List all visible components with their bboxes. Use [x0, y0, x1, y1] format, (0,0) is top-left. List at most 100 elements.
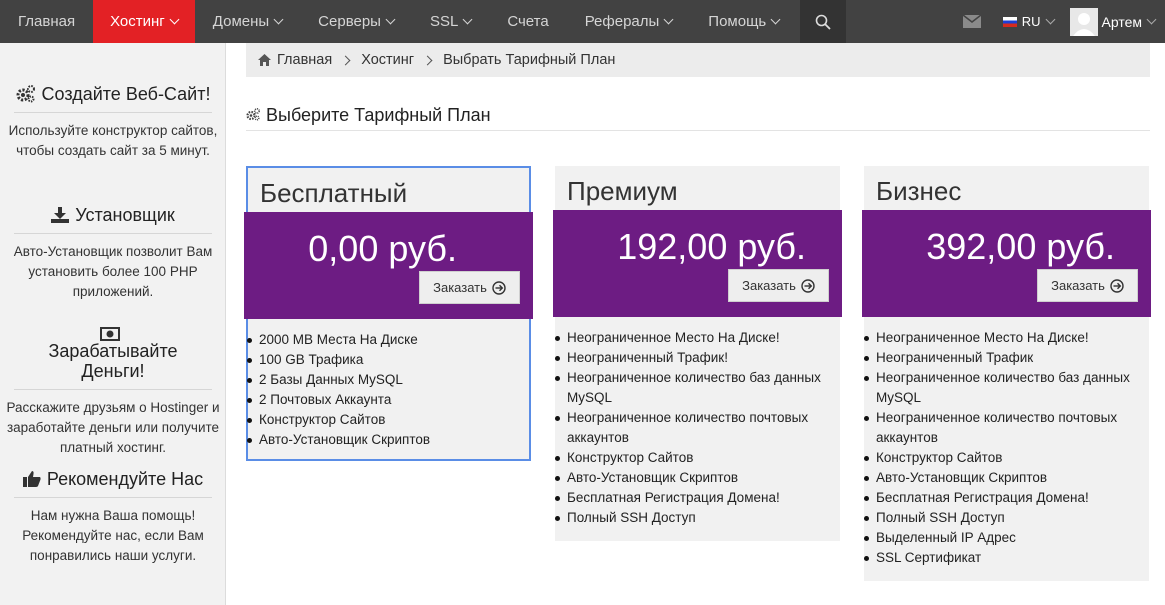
chevron-right-icon — [340, 55, 351, 65]
plan-features-list: Неограниченное Место На Диске! Неогранич… — [864, 328, 1144, 568]
search-icon — [815, 14, 831, 30]
list-item: Неограниченное количество баз данных MyS… — [864, 368, 1144, 408]
nav-item-referrals[interactable]: Рефералы — [567, 0, 691, 43]
plan-price: 0,00 руб. — [308, 228, 457, 269]
divider — [14, 112, 212, 113]
order-button-label: Заказать — [742, 278, 796, 293]
nav-item-label: Счета — [507, 13, 549, 30]
user-menu[interactable]: Артем — [1069, 7, 1157, 36]
gears-icon — [16, 85, 35, 103]
list-item: Неограниченный Трафик! — [555, 348, 835, 368]
sidebar-block-title-text: Рекомендуйте Нас — [46, 469, 204, 489]
nav-item-invoices[interactable]: Счета — [489, 0, 566, 43]
top-navbar: Главная Хостинг Домены Серверы SSL Счета… — [0, 0, 1165, 43]
list-item: Неограниченное количество почтовых аккау… — [864, 408, 1144, 448]
nav-item-servers[interactable]: Серверы — [300, 0, 412, 43]
chevron-down-icon — [385, 14, 396, 24]
user-name: Артем — [1101, 13, 1142, 30]
sidebar-block-title-text: Установщик — [75, 205, 175, 225]
arrow-circle-right-icon — [801, 278, 815, 293]
list-item: Полный SSH Доступ — [555, 508, 835, 528]
sidebar-block-create-site: Создайте Веб-Сайт! Используйте конструкт… — [0, 84, 226, 161]
home-icon[interactable] — [258, 54, 271, 66]
nav-item-help[interactable]: Помощь — [690, 0, 797, 43]
list-item: Авто-Установщик Скриптов — [864, 468, 1144, 488]
sidebar-block-title: Создайте Веб-Сайт! — [0, 84, 226, 104]
plan-card-business[interactable]: Бизнес 392,00 руб. Заказать Неограниченн… — [862, 166, 1151, 581]
list-item: 2 Базы Данных MySQL — [247, 370, 430, 390]
search-button[interactable] — [800, 0, 847, 43]
chevron-down-icon — [273, 14, 284, 24]
breadcrumb-hosting-link[interactable]: Хостинг — [361, 52, 414, 68]
sidebar-block-earn-money: Зарабатывайте Деньги! Расскажите друзьям… — [0, 327, 226, 458]
navbar-right: RU Артем — [962, 0, 1165, 43]
order-button[interactable]: Заказать — [419, 271, 520, 304]
nav-item-label: Хостинг — [110, 13, 165, 30]
nav-item-label: Помощь — [708, 13, 767, 30]
sidebar-block-title-text: Создайте Веб-Сайт! — [41, 84, 211, 104]
list-item: Бесплатная Регистрация Домена! — [555, 488, 835, 508]
plan-price: 392,00 руб. — [926, 226, 1115, 267]
plan-features-list: 2000 MB Места На Диске 100 GB Трафика 2 … — [247, 330, 430, 450]
divider — [14, 389, 212, 390]
list-item: Бесплатная Регистрация Домена! — [864, 488, 1144, 508]
plan-price: 192,00 руб. — [617, 226, 806, 267]
nav-item-hosting[interactable]: Хостинг — [93, 0, 195, 43]
plan-name: Бесплатный — [260, 178, 408, 208]
money-icon — [100, 327, 120, 341]
list-item: 2000 MB Места На Диске — [247, 330, 430, 350]
download-icon — [51, 207, 70, 223]
list-item: Конструктор Сайтов — [864, 448, 1144, 468]
sidebar-block-title: Зарабатывайте Деньги! — [0, 327, 226, 381]
list-item: Неограниченное Место На Диске! — [864, 328, 1144, 348]
sidebar-block-text: Используйте конструктор сайтов, чтобы со… — [8, 123, 218, 158]
sidebar-block-text: Нам нужна Ваша помощь! Рекомендуйте нас,… — [22, 508, 204, 563]
divider — [14, 233, 212, 234]
plan-price-band: 0,00 руб. Заказать — [244, 212, 533, 319]
user-icon — [1072, 12, 1095, 36]
sidebar-block-installer: Установщик Авто-Установщик позволит Вам … — [0, 205, 226, 302]
breadcrumb-home-link[interactable]: Главная — [277, 52, 332, 68]
list-item: Неограниченный Трафик — [864, 348, 1144, 368]
page-title-text: Выберите Тарифный План — [266, 105, 491, 125]
sidebar-block-text: Авто-Установщик позволит Вам установить … — [13, 244, 213, 299]
list-item: Выделенный IP Адрес — [864, 528, 1144, 548]
sidebar-block-recommend: Рекомендуйте Нас Нам нужна Ваша помощь! … — [0, 469, 226, 566]
order-button-label: Заказать — [1051, 278, 1105, 293]
list-item: Конструктор Сайтов — [247, 410, 430, 430]
sidebar-block-text: Расскажите друзьям о Hostinger и заработ… — [6, 400, 220, 455]
list-item: SSL Сертификат — [864, 548, 1144, 568]
nav-item-ssl[interactable]: SSL — [412, 0, 489, 43]
arrow-circle-right-icon — [492, 280, 506, 295]
plan-name: Бизнес — [876, 176, 962, 206]
plan-name: Премиум — [567, 176, 678, 206]
language-selector[interactable]: RU — [1002, 14, 1055, 29]
list-item: Неограниченное количество баз данных MyS… — [555, 368, 835, 408]
list-item: 100 GB Трафика — [247, 350, 430, 370]
thumbs-up-icon — [22, 471, 41, 487]
list-item: Конструктор Сайтов — [555, 448, 835, 468]
nav-item-home[interactable]: Главная — [0, 0, 93, 43]
order-button[interactable]: Заказать — [728, 269, 829, 302]
arrow-circle-right-icon — [1110, 278, 1124, 293]
plan-price-band: 392,00 руб. Заказать — [862, 210, 1151, 317]
breadcrumb: Главная Хостинг Выбрать Тарифный План — [246, 43, 1150, 77]
plan-features-list: Неограниченное Место На Диске! Неогранич… — [555, 328, 835, 528]
divider — [14, 497, 212, 498]
mail-icon[interactable] — [962, 15, 981, 28]
chevron-down-icon — [663, 14, 674, 24]
nav-item-label: SSL — [429, 13, 459, 30]
plan-card-premium[interactable]: Премиум 192,00 руб. Заказать Неограничен… — [553, 166, 842, 541]
sidebar-block-title: Установщик — [0, 205, 226, 225]
russia-flag-icon — [1002, 16, 1017, 27]
chevron-down-icon — [169, 14, 180, 24]
plan-card-free[interactable]: Бесплатный 0,00 руб. Заказать 2000 MB Ме… — [244, 166, 533, 461]
sidebar-block-title: Рекомендуйте Нас — [0, 469, 226, 489]
breadcrumb-current: Выбрать Тарифный План — [443, 52, 616, 68]
order-button-label: Заказать — [433, 280, 487, 295]
nav-item-domains[interactable]: Домены — [195, 0, 300, 43]
list-item: Авто-Установщик Скриптов — [247, 430, 430, 450]
list-item: Авто-Установщик Скриптов — [555, 468, 835, 488]
order-button[interactable]: Заказать — [1037, 269, 1138, 302]
plan-price-band: 192,00 руб. Заказать — [553, 210, 842, 317]
